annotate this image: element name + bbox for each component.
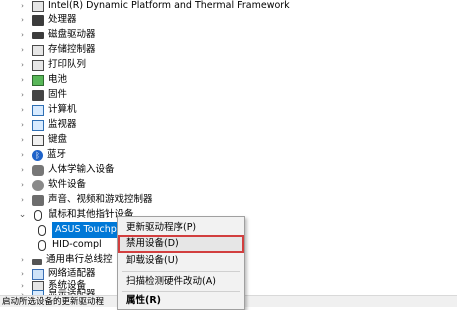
processor-icon	[32, 14, 44, 26]
tree-item-batteries[interactable]: › 电池	[0, 72, 67, 88]
hid-icon	[32, 164, 44, 176]
tree-item-storage-controllers[interactable]: › 存储控制器	[0, 42, 96, 58]
tree-item-hid[interactable]: › 人体学输入设备	[0, 162, 115, 178]
tree-item-label: 键盘	[48, 134, 68, 145]
tree-item-label: 声音、视频和游戏控制器	[48, 194, 153, 205]
expand-arrow-icon	[22, 237, 31, 253]
usb-icon	[32, 258, 42, 265]
tree-item-bluetooth[interactable]: › ᛒ 蓝牙	[0, 147, 66, 163]
monitor-icon	[32, 119, 44, 131]
disk-icon	[32, 31, 44, 39]
expand-arrow-icon[interactable]: ›	[18, 12, 27, 28]
mouse-icon	[38, 239, 46, 251]
battery-icon	[32, 74, 44, 86]
tree-item-label: Intel(R) Dynamic Platform and Thermal Fr…	[48, 0, 290, 11]
tree-item-label: 软件设备	[48, 179, 87, 190]
collapse-arrow-icon[interactable]: ⌄	[18, 207, 27, 223]
tree-item-label: 监视器	[48, 119, 77, 130]
printer-icon	[32, 59, 44, 71]
mouse-icon	[38, 224, 46, 236]
expand-arrow-icon[interactable]: ›	[18, 57, 27, 73]
menu-separator	[122, 271, 240, 272]
speaker-icon	[32, 194, 44, 206]
tree-item-mice[interactable]: ⌄ 鼠标和其他指针设备	[0, 207, 134, 223]
expand-arrow-icon[interactable]: ›	[18, 132, 27, 148]
tree-item-label: 打印队列	[48, 59, 87, 70]
tree-item-label: 人体学输入设备	[48, 164, 115, 175]
firmware-icon	[32, 89, 44, 101]
tree-item-label: 存储控制器	[48, 44, 96, 55]
bluetooth-icon: ᛒ	[32, 149, 43, 161]
tree-item-firmware[interactable]: › 固件	[0, 87, 67, 103]
tree-item-hid-compliant-mouse[interactable]: HID-compl	[22, 237, 102, 253]
expand-arrow-icon[interactable]: ›	[18, 102, 27, 118]
expand-arrow-icon[interactable]: ›	[18, 117, 27, 133]
context-menu: 更新驱动程序(P) 禁用设备(D) 卸载设备(U) 扫描检测硬件改动(A) 属性…	[117, 216, 245, 310]
expand-arrow-icon[interactable]: ›	[18, 42, 27, 58]
expand-arrow-icon[interactable]: ›	[18, 72, 27, 88]
tree-item-label: 电池	[48, 74, 68, 85]
tree-item-sound-video[interactable]: › 声音、视频和游戏控制器	[0, 192, 153, 208]
tree-item-software-devices[interactable]: › 软件设备	[0, 177, 86, 193]
tree-item-label: 固件	[48, 89, 68, 100]
tree-item-processor[interactable]: › 处理器	[0, 12, 77, 28]
expand-arrow-icon	[22, 222, 31, 238]
tree-item-print-queues[interactable]: › 打印队列	[0, 57, 86, 73]
status-text: 启动所选设备的更新驱动程	[2, 297, 105, 307]
expand-arrow-icon[interactable]: ›	[18, 162, 27, 178]
storage-controller-icon	[32, 44, 44, 56]
expand-arrow-icon[interactable]: ›	[18, 147, 27, 163]
expand-arrow-icon[interactable]: ›	[18, 27, 27, 43]
menu-item-disable-device[interactable]: 禁用设备(D)	[118, 235, 244, 253]
chip-icon	[32, 0, 44, 12]
computer-icon	[32, 104, 44, 116]
tree-item-disk-drives[interactable]: › 磁盘驱动器	[0, 27, 96, 43]
menu-item-scan-hardware-changes[interactable]: 扫描检测硬件改动(A)	[118, 273, 244, 291]
expand-arrow-icon[interactable]: ›	[18, 177, 27, 193]
tree-item-label: 处理器	[48, 14, 77, 25]
tree-item-label: 磁盘驱动器	[48, 29, 96, 40]
software-device-icon	[32, 179, 44, 191]
mouse-icon	[34, 209, 42, 221]
expand-arrow-icon[interactable]: ›	[18, 87, 27, 103]
tree-item-monitors[interactable]: › 监视器	[0, 117, 77, 133]
tree-item-label: 计算机	[48, 104, 77, 115]
tree-item-label: 蓝牙	[47, 149, 67, 160]
menu-item-properties[interactable]: 属性(R)	[118, 292, 244, 310]
menu-item-uninstall-device[interactable]: 卸载设备(U)	[118, 252, 244, 270]
tree-item-computer[interactable]: › 计算机	[0, 102, 77, 118]
keyboard-icon	[32, 134, 44, 146]
tree-item-asus-touchpad[interactable]: ASUS Touchpad	[22, 222, 132, 238]
expand-arrow-icon[interactable]: ›	[18, 192, 27, 208]
tree-item-label: HID-compl	[52, 239, 102, 250]
tree-item-keyboards[interactable]: › 键盘	[0, 132, 67, 148]
